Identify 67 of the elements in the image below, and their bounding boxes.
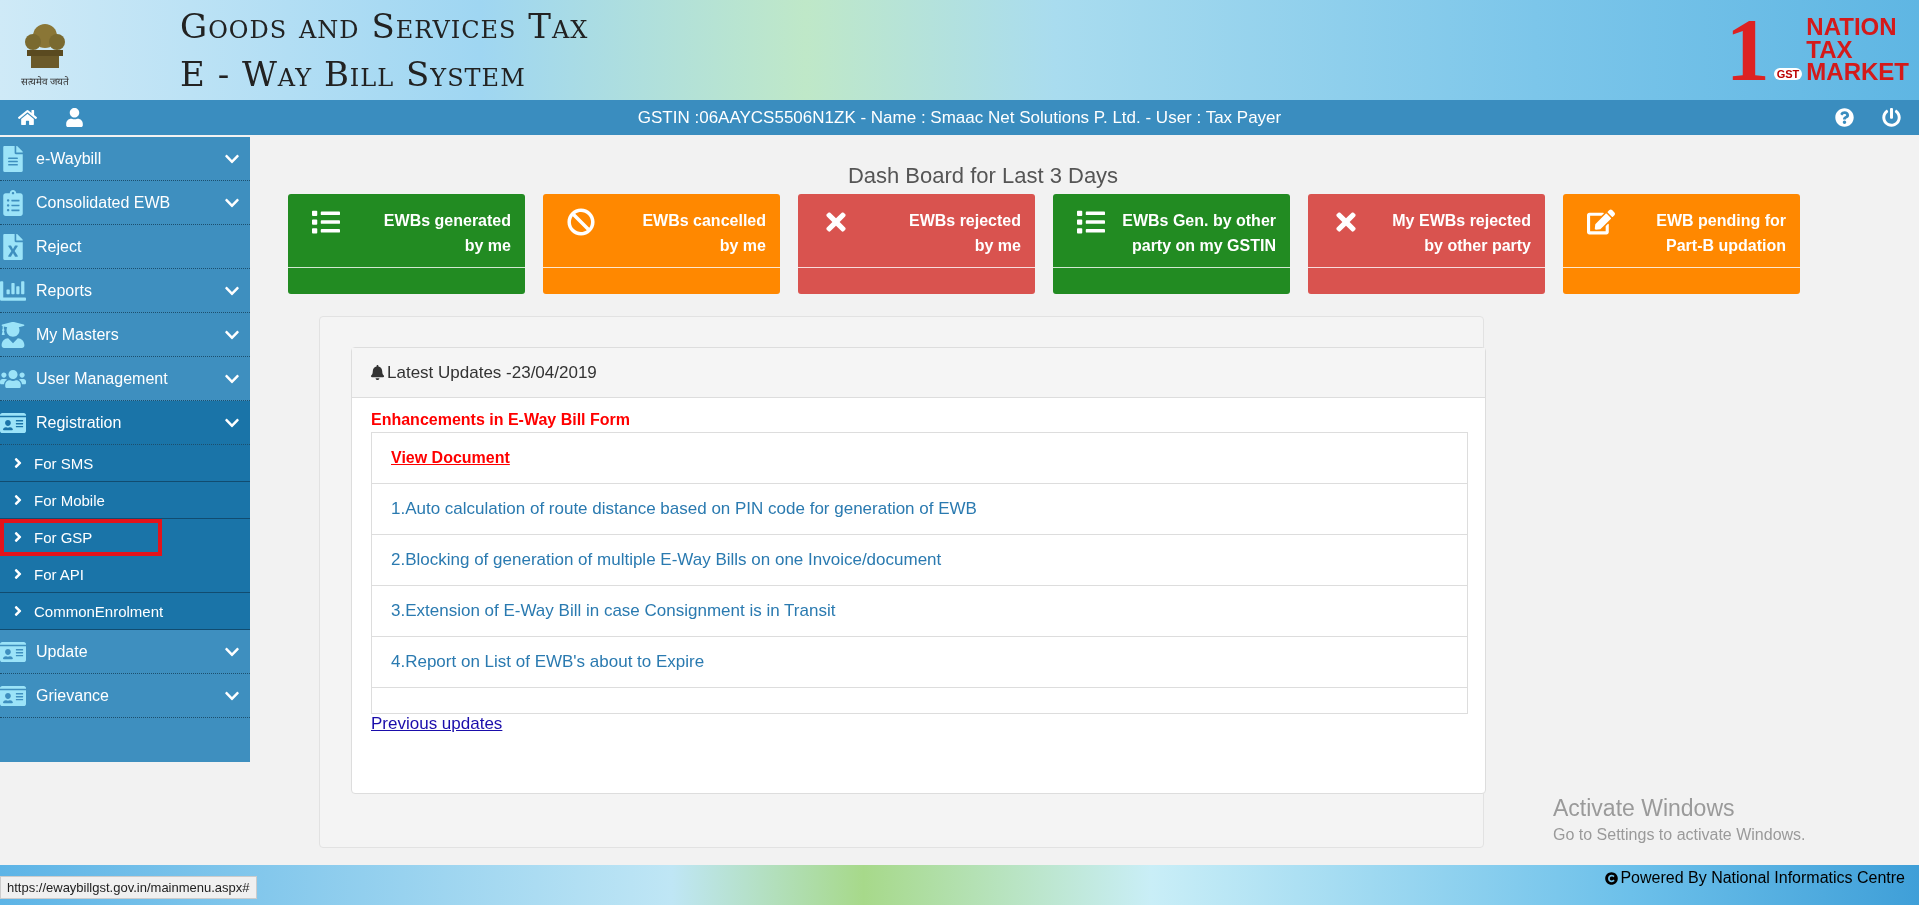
sidebar-label: Grievance xyxy=(36,686,110,705)
logo-badge: GST xyxy=(1773,68,1803,80)
stat-card[interactable]: My EWBs rejected by other party xyxy=(1308,194,1545,294)
submenu-label: For GSP xyxy=(34,528,94,546)
sidebar-label: Reject xyxy=(36,237,83,256)
card-label: EWBs generated by me xyxy=(383,211,511,256)
submenu-label: For SMS xyxy=(34,454,95,472)
view-document-link[interactable]: View Document xyxy=(391,449,510,467)
panel-heading: Latest Updates -23/04/2019 xyxy=(387,362,597,383)
stat-card[interactable]: EWBs Gen. by other party on my GSTIN xyxy=(1053,194,1290,294)
footer-text: Powered By National Informatics Centre xyxy=(1620,869,1905,887)
sidebar-label: My Masters xyxy=(36,325,120,344)
sidebar-label: Consolidated EWB xyxy=(36,193,172,212)
user-info: GSTIN :06AAYCS5506N1ZK - Name : Smaac Net Solutions P. Ltd. - User : Tax Payer xyxy=(636,107,1283,128)
sidebar-item[interactable]: Consolidated EWB xyxy=(0,181,250,225)
emblem-motto: सत्यमेव जयते xyxy=(20,75,70,88)
update-item: 4.Report on List of EWB's about to Expire xyxy=(391,652,705,672)
sidebar-label: Registration xyxy=(36,413,123,432)
copyright-icon xyxy=(1605,871,1619,885)
sidebar-item[interactable]: Reports xyxy=(0,269,250,313)
update-subject: Enhancements in E-Way Bill Form xyxy=(371,411,630,429)
status-url: https://ewaybillgst.gov.in/mainmenu.aspx# xyxy=(0,876,257,899)
stat-card[interactable]: EWBs generated by me xyxy=(288,194,525,294)
card-label: EWBs Gen. by other party on my GSTIN xyxy=(1122,211,1276,256)
logo-word: TAX xyxy=(1806,38,1854,62)
submenu-item[interactable]: For GSP xyxy=(0,519,162,556)
sidebar-item[interactable]: Reject xyxy=(0,225,250,269)
site-title: Goods and Services Tax xyxy=(180,6,589,46)
update-item: 3.Extension of E-Way Bill in case Consignment is in Transit xyxy=(391,601,836,621)
power-icon[interactable] xyxy=(1882,108,1901,127)
sidebar-label: User Management xyxy=(36,369,169,388)
update-item: 1.Auto calculation of route distance based on PIN code for generation of EWB xyxy=(391,499,977,519)
card-label: EWBs cancelled by me xyxy=(642,211,766,256)
sidebar-label: Reports xyxy=(36,281,94,300)
card-label: EWBs rejected by me xyxy=(908,211,1021,256)
list-icon xyxy=(312,208,340,236)
card-label: My EWBs rejected by other party xyxy=(1392,211,1531,256)
user-icon[interactable] xyxy=(65,108,84,127)
logo-word: NATION xyxy=(1806,15,1898,39)
logo-number: 1 xyxy=(1725,6,1770,94)
sidebar-item[interactable]: Update xyxy=(0,630,250,674)
site-title: E - Way Bill System xyxy=(180,54,527,94)
dashboard-title: Dash Board for Last 3 Days xyxy=(846,163,1120,189)
activation-text: Go to Settings to activate Windows. xyxy=(1553,826,1806,844)
list-icon xyxy=(1077,208,1105,236)
submenu-label: For API xyxy=(34,565,86,583)
sidebar-item[interactable]: e-Waybill xyxy=(0,137,250,181)
edit-icon xyxy=(1587,208,1615,236)
sidebar-item[interactable]: Registration xyxy=(0,401,250,445)
sidebar-label: Update xyxy=(36,642,89,661)
update-item: 2.Blocking of generation of multiple E-Way Bills on one Invoice/document xyxy=(391,550,942,570)
sidebar-item[interactable]: My Masters xyxy=(0,313,250,357)
bell-icon xyxy=(370,365,385,380)
logo-word: MARKET xyxy=(1806,61,1909,85)
previous-updates-link[interactable]: Previous updates xyxy=(371,714,503,734)
stat-card[interactable]: EWB pending for Part-B updation xyxy=(1563,194,1800,294)
activation-title: Activate Windows xyxy=(1553,795,1736,822)
help-icon[interactable] xyxy=(1835,108,1854,127)
home-icon[interactable] xyxy=(18,108,37,127)
submenu-label: For Mobile xyxy=(34,491,106,509)
stat-card[interactable]: EWBs cancelled by me xyxy=(543,194,780,294)
sidebar-item[interactable]: Grievance xyxy=(0,674,250,718)
submenu-label: CommonEnrolment xyxy=(34,602,165,620)
stat-card[interactable]: EWBs rejected by me xyxy=(798,194,1035,294)
card-label: EWB pending for Part-B updation xyxy=(1656,211,1786,256)
sidebar-label: e-Waybill xyxy=(36,149,103,168)
ban-icon xyxy=(567,208,595,236)
